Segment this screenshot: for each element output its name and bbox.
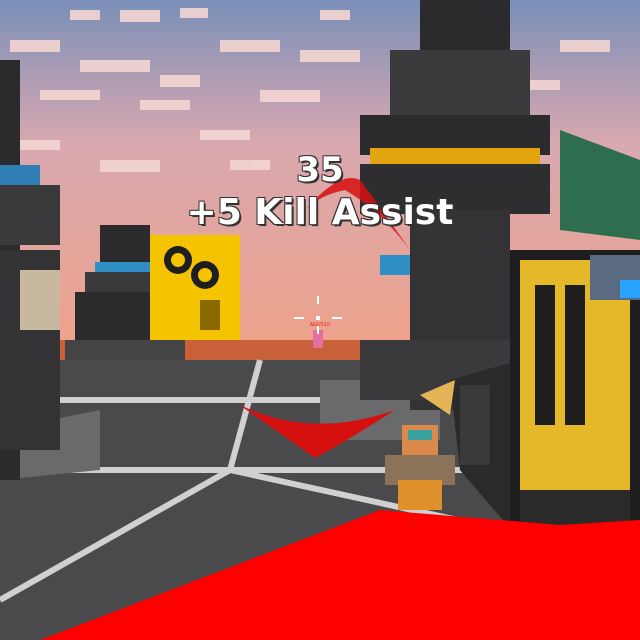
score-popup: 35 (296, 150, 344, 190)
kill-assist-text: +5 Kill Assist (186, 192, 454, 233)
game-scene (0, 0, 640, 640)
enemy-name-tag: AGUS10 (309, 322, 331, 328)
gold-block (150, 235, 240, 340)
